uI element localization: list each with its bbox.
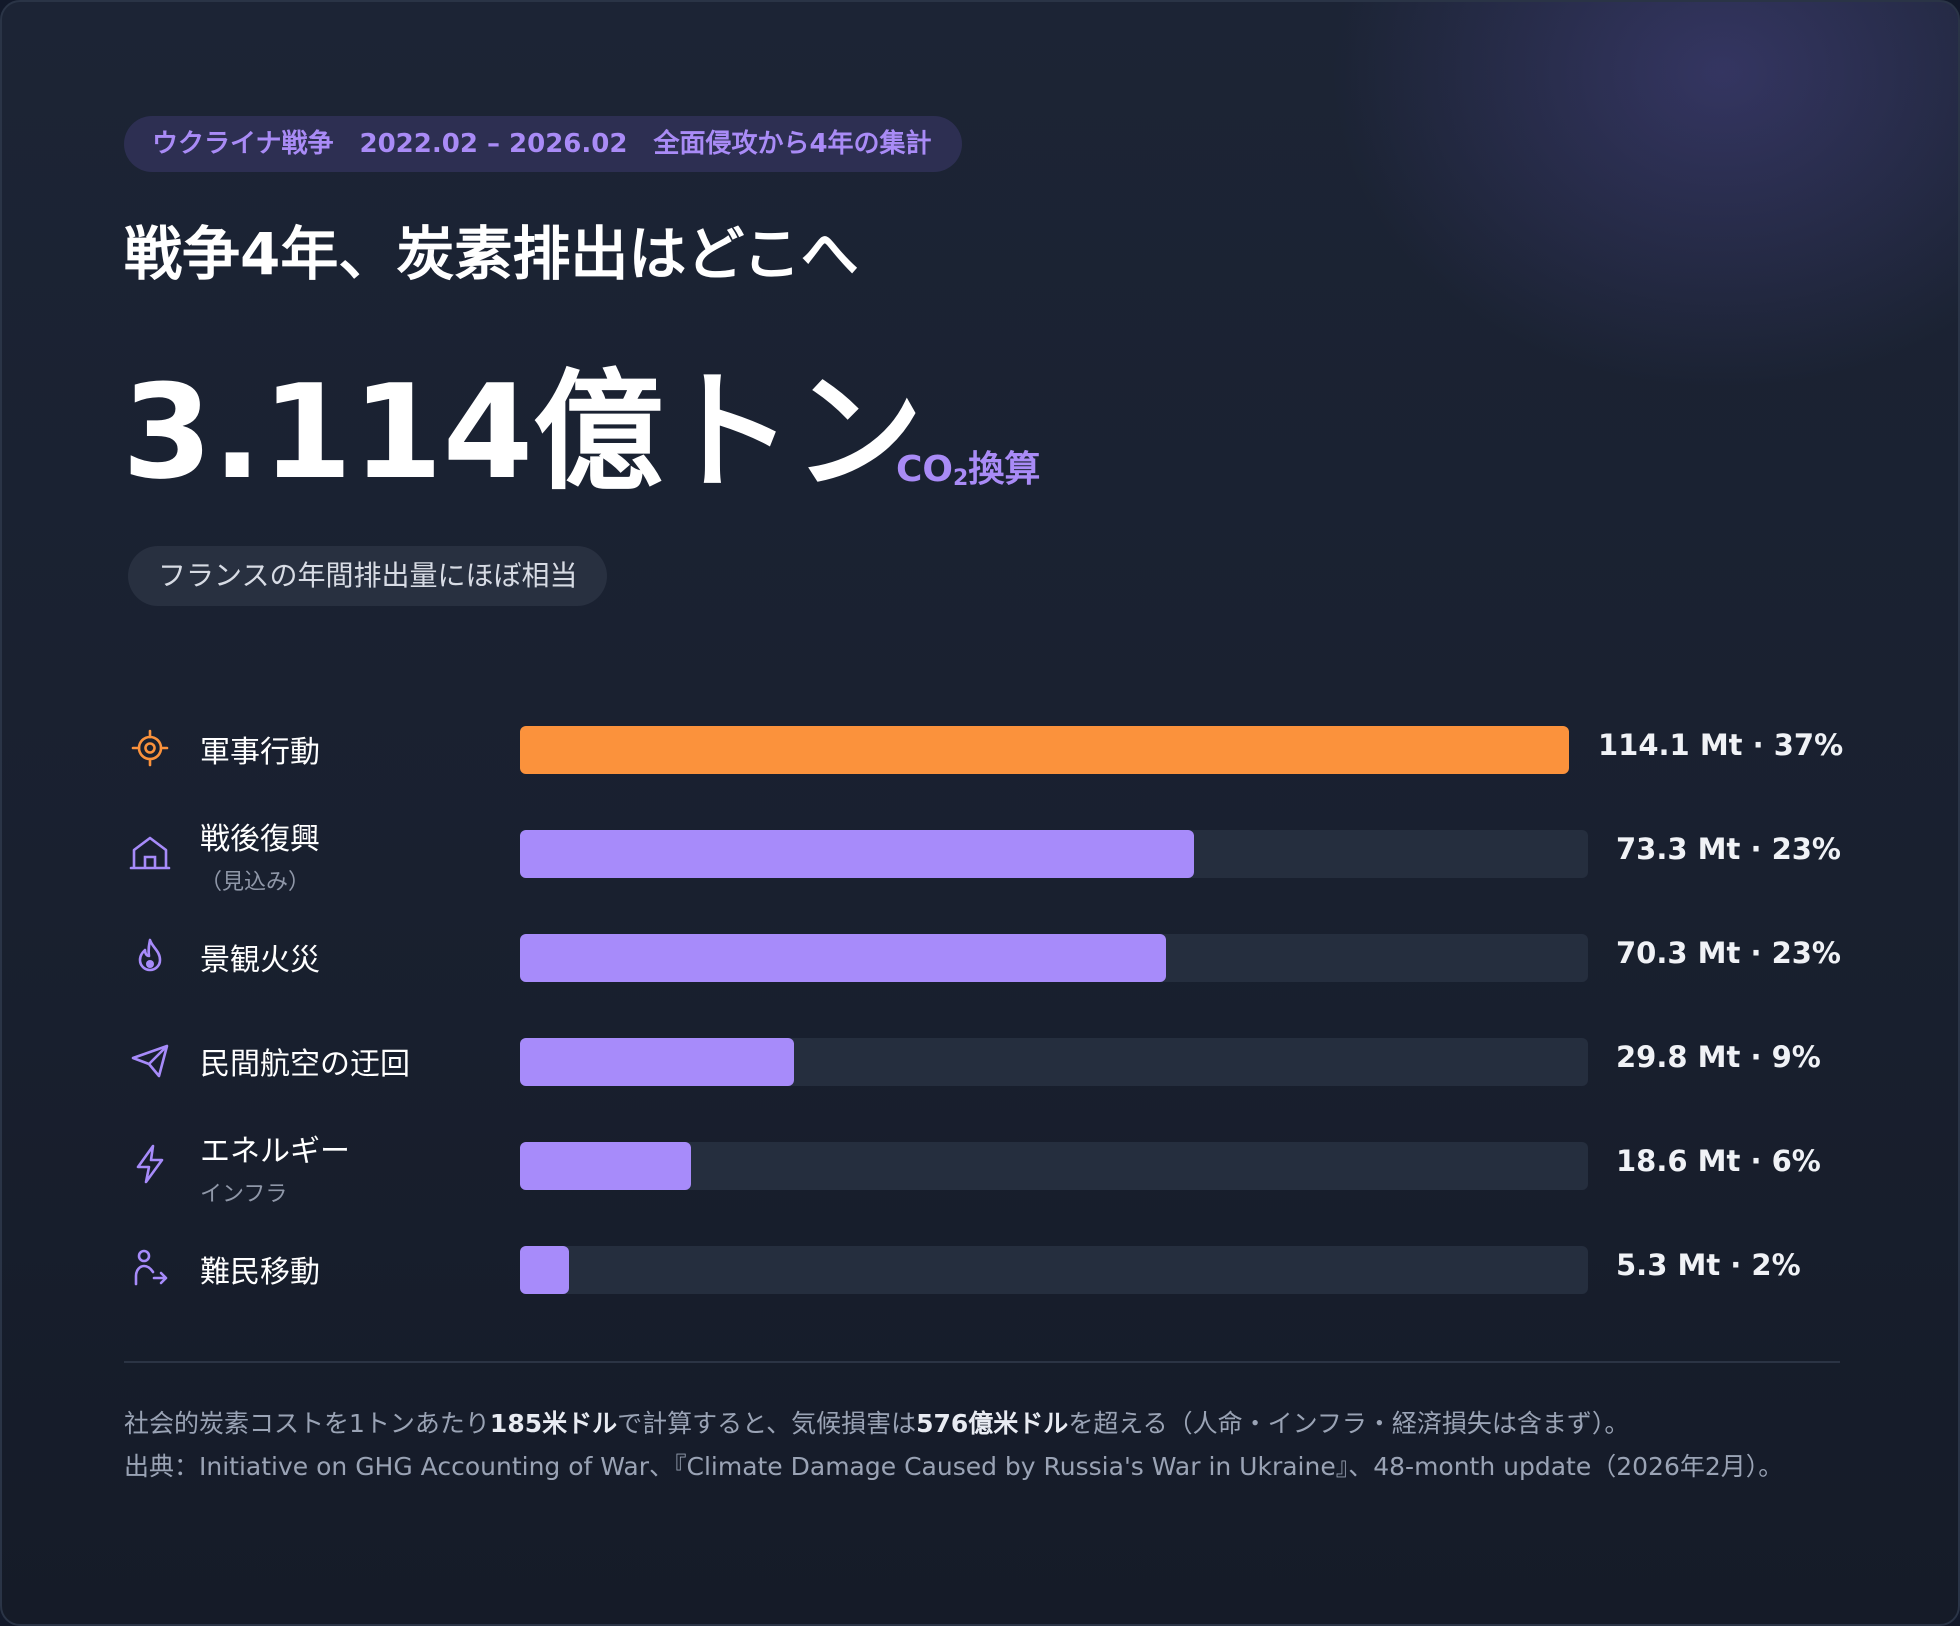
bar-track	[520, 1038, 1588, 1086]
bar	[520, 726, 1569, 774]
bar-sublabel: インフラ	[200, 1182, 288, 1207]
bar-row: 景観火災 70.3 Mt · 23%	[2, 898, 1958, 1002]
footnote-source: 出典：Initiative on GHG Accounting of War、『…	[124, 1452, 1784, 1481]
bar	[520, 1246, 569, 1294]
flame-icon	[128, 934, 172, 978]
bar-label: 軍事行動	[200, 735, 320, 770]
bar-label: 戦後復興	[200, 822, 320, 857]
footnote: 社会的炭素コストを1トンあたり185米ドルで計算すると、気候損害は576億米ドル…	[124, 1402, 1840, 1488]
infographic-card: ウクライナ戦争 2022.02 – 2026.02 全面侵攻から4年の集計 戦争4年…	[0, 0, 1960, 1626]
footnote-cost: 社会的炭素コストを1トンあたり185米ドルで計算すると、気候損害は576億米ドル…	[124, 1402, 1840, 1445]
note-text: を超える（人命・インフラ・経済損失は含まず）。	[1068, 1409, 1630, 1438]
bar-track	[520, 830, 1588, 878]
note-total-damage: 576億米ドル	[916, 1409, 1069, 1438]
bar-value-label: 5.3 Mt · 2%	[1616, 1248, 1801, 1282]
bar-value-label: 114.1 Mt · 37%	[1598, 728, 1844, 762]
bar-label: エネルギー	[200, 1134, 350, 1169]
bar-track	[520, 1142, 1588, 1190]
bolt-icon	[128, 1142, 172, 1186]
divider	[124, 1361, 1840, 1363]
bar-track	[520, 1246, 1588, 1294]
bar-value-label: 18.6 Mt · 6%	[1616, 1144, 1821, 1178]
bar	[520, 1038, 794, 1086]
house-icon	[128, 830, 172, 874]
bar-row: 難民移動 5.3 Mt · 2%	[2, 1210, 1958, 1314]
bar	[520, 1142, 691, 1190]
target-icon	[128, 726, 172, 770]
bar-value-label: 29.8 Mt · 9%	[1616, 1040, 1821, 1074]
bar-sublabel: （見込み）	[200, 870, 311, 895]
bar-value-label: 73.3 Mt · 23%	[1616, 832, 1841, 866]
bar-track	[520, 726, 1569, 774]
bar-track	[520, 934, 1588, 982]
note-text: 社会的炭素コストを1トンあたり	[124, 1409, 490, 1438]
person-walking-icon	[128, 1246, 172, 1290]
note-text: で計算すると、気候損害は	[617, 1409, 917, 1438]
bar-label: 難民移動	[200, 1255, 320, 1290]
note-cost-per-ton: 185米ドル	[489, 1409, 618, 1438]
bar-row: 民間航空の迂回 29.8 Mt · 9%	[2, 1002, 1958, 1106]
bar-row: エネルギーインフラ 18.6 Mt · 6%	[2, 1106, 1958, 1210]
plane-icon	[128, 1038, 172, 1082]
bar	[520, 830, 1194, 878]
bar	[520, 934, 1166, 982]
bar-label: 景観火災	[200, 943, 320, 978]
bar-chart: 軍事行動 114.1 Mt · 37% 戦後復興 （見込み） 73.3 Mt · 23%…	[2, 2, 1958, 1624]
bar-value-label: 70.3 Mt · 23%	[1616, 936, 1841, 970]
bar-row: 戦後復興 （見込み） 73.3 Mt · 23%	[2, 794, 1958, 898]
bar-label: 民間航空の迂回	[200, 1047, 410, 1082]
bar-row: 軍事行動 114.1 Mt · 37%	[2, 690, 1958, 794]
